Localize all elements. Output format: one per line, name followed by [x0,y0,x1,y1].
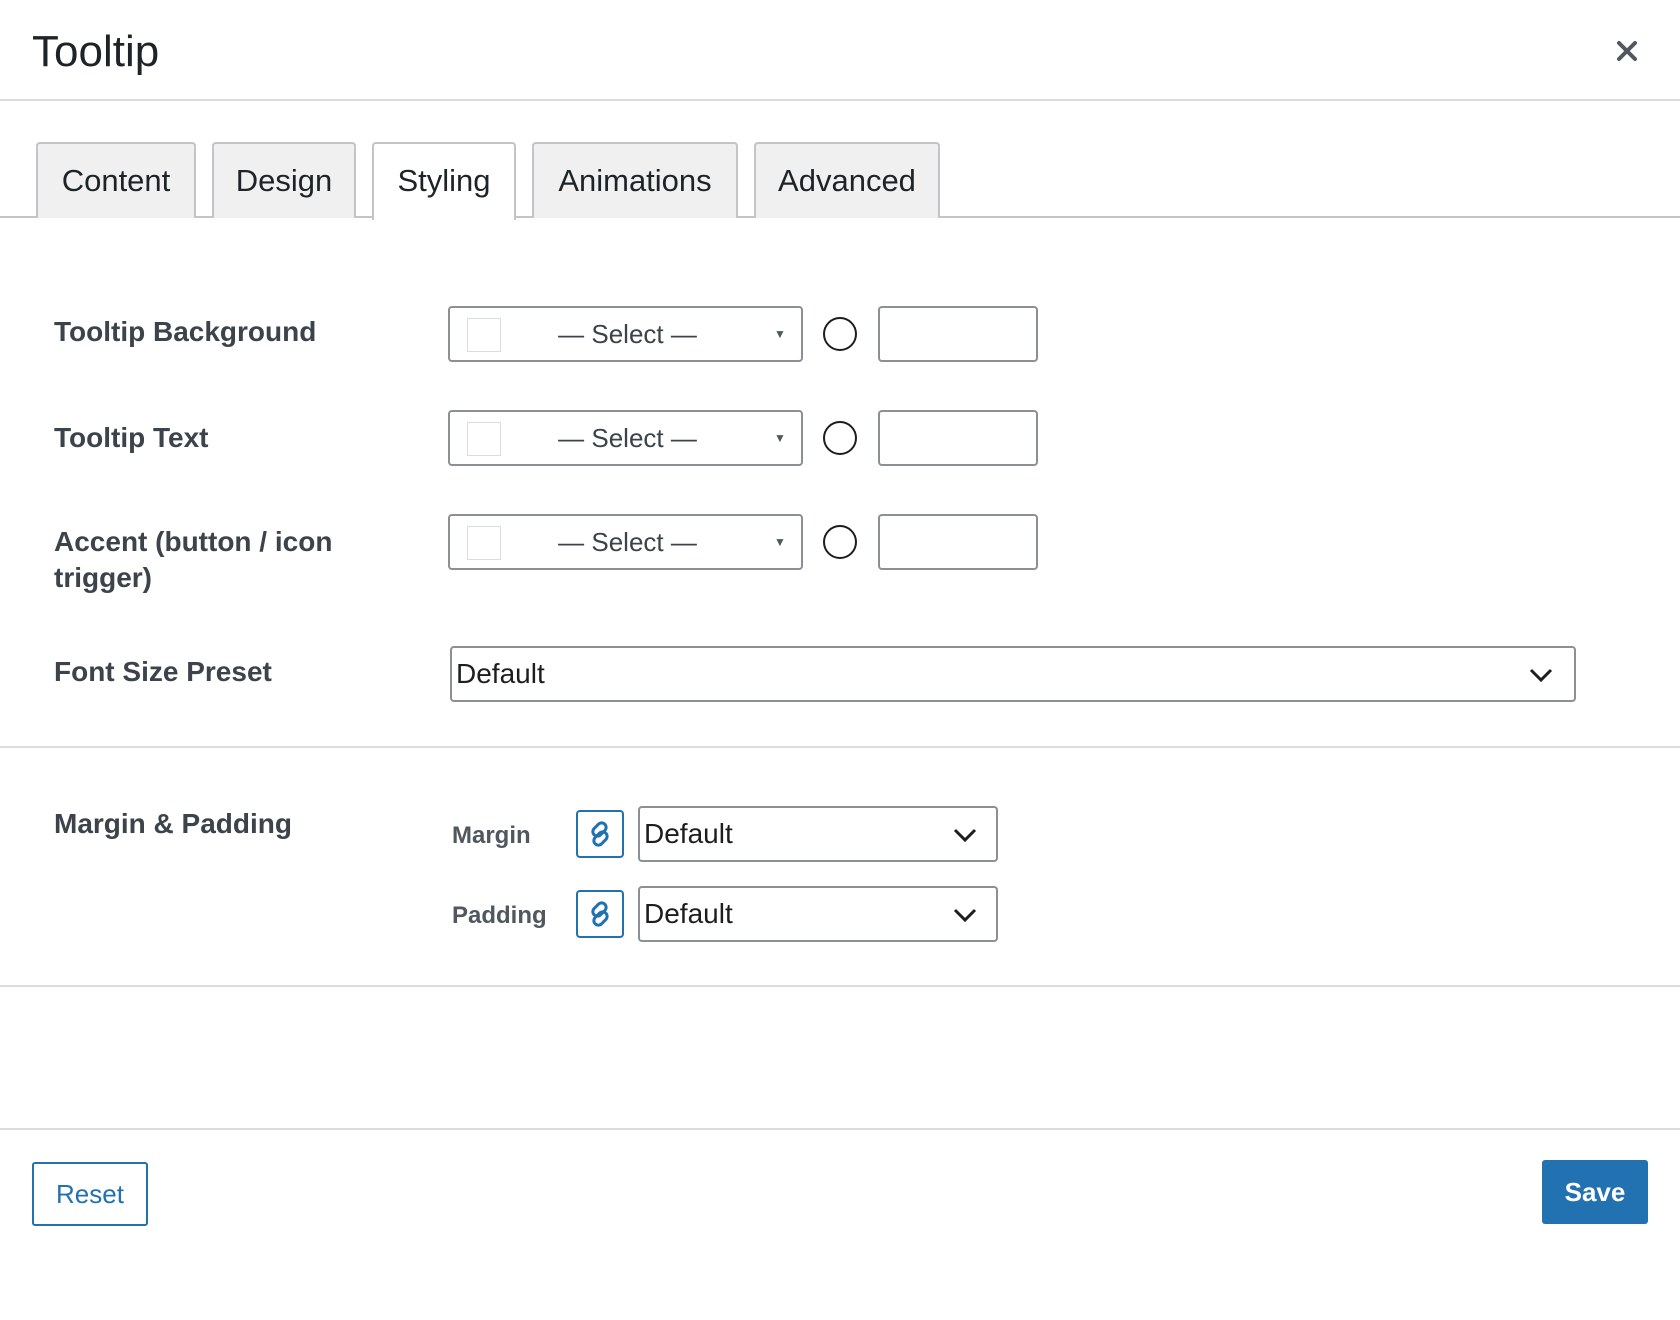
chevron-down-icon [952,822,978,848]
tooltip-text-hex-input[interactable] [878,410,1038,466]
link-icon [591,901,609,927]
modal-header: Tooltip [0,0,1680,101]
section-divider [0,985,1680,987]
tab-styling[interactable]: Styling [372,142,516,220]
margin-padding-label: Margin & Padding [54,808,292,839]
link-icon [591,821,609,847]
tab-design[interactable]: Design [212,142,356,218]
padding-link-button[interactable] [576,890,624,938]
padding-label: Padding [452,902,547,929]
reset-button[interactable]: Reset [32,1162,148,1226]
font-size-preset-select[interactable]: Default [450,646,1576,702]
save-button[interactable]: Save [1542,1160,1648,1224]
select-placeholder: — Select — [558,423,697,453]
color-picker-circle[interactable] [823,525,857,559]
tooltip-text-label: Tooltip Text [54,422,209,453]
select-value: Default [644,818,733,849]
margin-select[interactable]: Default [638,806,998,862]
section-divider [0,746,1680,748]
select-placeholder: — Select — [558,319,697,349]
modal-title: Tooltip [32,27,160,76]
tab-advanced[interactable]: Advanced [754,142,940,218]
tab-content[interactable]: Content [36,142,196,218]
tooltip-background-select[interactable]: — Select — ▼ [448,306,803,362]
chevron-down-icon [1528,662,1554,688]
tooltip-text-select[interactable]: — Select — ▼ [448,410,803,466]
margin-label: Margin [452,822,531,849]
tooltip-background-hex-input[interactable] [878,306,1038,362]
close-icon[interactable] [1610,34,1644,68]
caret-down-icon: ▼ [774,535,786,549]
accent-label-line2: trigger) [54,562,152,593]
select-value: Default [456,658,545,689]
tooltip-modal: Tooltip Content Design Styling Animation… [0,0,1680,1320]
margin-link-button[interactable] [576,810,624,858]
color-picker-circle[interactable] [823,421,857,455]
tab-animations[interactable]: Animations [532,142,738,218]
tab-bar: Content Design Styling Animations Advanc… [0,101,1680,220]
color-picker-circle[interactable] [823,317,857,351]
select-value: Default [644,898,733,929]
accent-select[interactable]: — Select — ▼ [448,514,803,570]
caret-down-icon: ▼ [774,327,786,341]
padding-select[interactable]: Default [638,886,998,942]
accent-hex-input[interactable] [878,514,1038,570]
tooltip-background-label: Tooltip Background [54,316,317,347]
chevron-down-icon [952,902,978,928]
accent-label-line1: Accent (button / icon [54,526,333,557]
font-size-preset-label: Font Size Preset [54,656,272,687]
caret-down-icon: ▼ [774,431,786,445]
footer-divider [0,1128,1680,1130]
select-placeholder: — Select — [558,527,697,557]
